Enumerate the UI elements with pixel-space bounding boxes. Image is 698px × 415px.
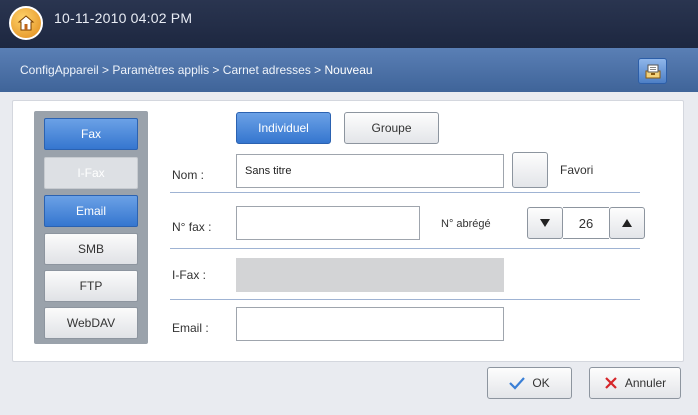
cancel-label: Annuler — [624, 376, 667, 390]
favorite-checkbox[interactable] — [512, 152, 548, 188]
ifax-field — [236, 258, 504, 292]
tab-individual[interactable]: Individuel — [236, 112, 331, 144]
sidebar-item-label: Email — [75, 204, 106, 218]
ifax-label: I-Fax : — [172, 268, 207, 282]
fax-label: N° fax : — [172, 220, 212, 234]
close-icon — [605, 377, 617, 389]
cancel-button[interactable]: Annuler — [589, 367, 681, 399]
breadcrumb-current: Nouveau — [324, 63, 373, 77]
breadcrumb: ConfigAppareil > Paramètres applis > Car… — [20, 63, 373, 77]
email-field[interactable] — [236, 307, 504, 341]
tab-label: Individuel — [258, 121, 309, 135]
fax-number-field[interactable] — [236, 206, 420, 240]
ok-label: OK — [532, 376, 550, 390]
address-book-button[interactable] — [638, 58, 667, 84]
sidebar-item-ftp[interactable]: FTP — [44, 270, 138, 302]
ok-button[interactable]: OK — [487, 367, 572, 399]
breadcrumb-bar: ConfigAppareil > Paramètres applis > Car… — [0, 48, 698, 92]
speed-dial-label: N° abrégé — [441, 218, 491, 230]
sidebar-item-label: SMB — [77, 242, 104, 256]
sidebar: Fax I-Fax Email SMB FTP WebDAV — [34, 111, 148, 344]
triangle-up-icon — [622, 219, 632, 227]
favorite-label: Favori — [560, 163, 594, 177]
sidebar-item-email[interactable]: Email — [44, 195, 138, 227]
speed-dial-value: 26 — [563, 207, 609, 239]
triangle-down-icon — [540, 219, 550, 227]
sidebar-item-label: FTP — [79, 279, 103, 293]
tab-label: Groupe — [371, 121, 412, 135]
checkmark-icon — [509, 377, 526, 390]
sidebar-item-ifax: I-Fax — [44, 157, 138, 189]
name-field[interactable]: Sans titre — [236, 154, 504, 188]
sidebar-item-label: WebDAV — [66, 316, 116, 330]
name-label: Nom : — [172, 168, 205, 182]
home-button[interactable] — [9, 6, 43, 40]
sidebar-item-label: I-Fax — [77, 166, 105, 180]
address-book-icon — [645, 64, 661, 79]
home-icon — [17, 15, 35, 31]
tab-group[interactable]: Groupe — [344, 112, 439, 144]
top-bar: 10-11-2010 04:02 PM — [0, 0, 698, 48]
speed-dial-decrease-button[interactable] — [527, 207, 563, 239]
email-label: Email : — [172, 321, 209, 335]
separator — [170, 299, 640, 300]
speed-dial-increase-button[interactable] — [609, 207, 645, 239]
separator — [170, 192, 640, 193]
breadcrumb-path: ConfigAppareil > Paramètres applis > Car… — [20, 63, 325, 77]
sidebar-item-smb[interactable]: SMB — [44, 233, 138, 265]
sidebar-item-webdav[interactable]: WebDAV — [44, 307, 138, 339]
sidebar-item-label: Fax — [80, 127, 101, 141]
sidebar-item-fax[interactable]: Fax — [44, 118, 138, 150]
datetime: 10-11-2010 04:02 PM — [54, 10, 193, 26]
separator — [170, 248, 640, 249]
